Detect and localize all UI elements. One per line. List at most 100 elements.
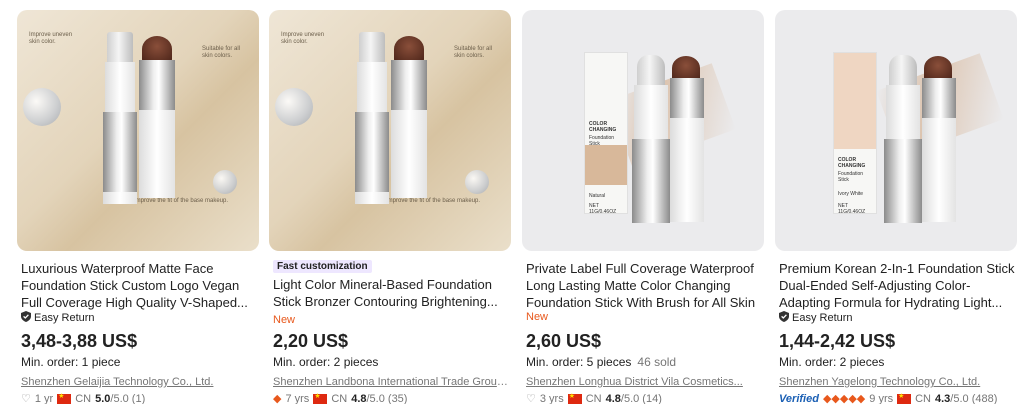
stick-body [139, 110, 175, 198]
stick-metal-band [922, 78, 956, 118]
stick-metal-band [632, 139, 670, 223]
supplier-link[interactable]: Shenzhen Landbona International Trade Gr… [273, 376, 509, 388]
china-flag-icon [567, 392, 582, 404]
min-order-text: Min. order: 2 pieces [779, 355, 885, 369]
product-title[interactable]: Private Label Full Coverage Waterproof L… [526, 260, 762, 311]
rating-suffix: /5.0 (35) [366, 392, 408, 404]
gem-decoration [213, 170, 237, 194]
gem-decoration [275, 88, 313, 126]
product-image[interactable]: COLOR CHANGING Foundation Stick Natural … [522, 10, 764, 251]
gem-decoration [23, 88, 61, 126]
box-net: NET 11G/0.46OZ [838, 203, 866, 215]
min-order-text: Min. order: 5 pieces [526, 355, 632, 369]
supplier-rating: 4.3 [935, 392, 951, 404]
product-title[interactable]: Light Color Mineral-Based Foundation Sti… [273, 276, 509, 310]
min-order-text: Min. order: 2 pieces [273, 355, 379, 369]
rating-suffix: /5.0 (488) [950, 392, 998, 404]
shield-check-icon [779, 311, 789, 325]
supplier-link[interactable]: Shenzhen Yagelong Technology Co., Ltd. [779, 376, 1015, 388]
stick-body [391, 110, 427, 198]
gem-decoration [465, 170, 489, 194]
box-color-band [834, 53, 876, 149]
box-color-band [585, 145, 627, 185]
sold-count: 46 sold [637, 355, 677, 369]
stick-base [355, 192, 389, 204]
shield-check-icon [21, 311, 31, 325]
image-caption: Improve the fit of the base makeup. [386, 198, 481, 204]
diamond-rating-icon: ◆◆◆◆◆ [822, 393, 866, 404]
stick-body [634, 85, 668, 139]
image-caption: Suitable for all skin colors. [454, 46, 493, 59]
product-card[interactable]: Improve uneven skin color. Suitable for … [17, 10, 259, 404]
supplier-years: 9 yrs [869, 392, 894, 404]
product-price: 3,48-3,88 US$ [21, 331, 138, 351]
rating-suffix: /5.0 (1) [110, 392, 146, 404]
rating-suffix: /5.0 (14) [620, 392, 662, 404]
supplier-meta: ♡ 1 yr CN 5.0/5.0 (1) [21, 392, 145, 404]
china-flag-icon [897, 392, 912, 404]
brush-head [394, 36, 424, 62]
product-title[interactable]: Premium Korean 2-In-1 Foundation Stick D… [779, 260, 1015, 311]
supplier-rating: 4.8 [605, 392, 621, 404]
stick-body [670, 118, 704, 222]
easy-return-text: Easy Return [34, 312, 95, 324]
stick-metal-band [355, 112, 389, 192]
min-order: Min. order: 1 piece [21, 355, 120, 369]
product-price: 2,20 US$ [273, 331, 349, 351]
min-order: Min. order: 5 pieces 46 sold [526, 355, 676, 369]
supplier-years: 7 yrs [285, 392, 310, 404]
easy-return-label: Easy Return [21, 311, 95, 325]
diamond-icon: ♡ [21, 393, 31, 404]
product-card[interactable]: Improve uneven skin color. Suitable for … [269, 10, 511, 404]
brush-head [924, 56, 952, 80]
new-tag: New [526, 311, 549, 323]
supplier-years: 3 yrs [539, 392, 564, 404]
image-caption: Improve uneven skin color. [281, 32, 325, 45]
image-caption: Suitable for all skin colors. [202, 46, 241, 59]
product-price: 2,60 US$ [526, 331, 602, 351]
supplier-link[interactable]: Shenzhen Longhua District Vila Cosmetics… [526, 376, 762, 388]
stick-metal-band [139, 60, 175, 110]
box-label: COLOR CHANGING [838, 157, 866, 169]
easy-return-text: Easy Return [792, 312, 853, 324]
box-sub: Foundation Stick [838, 171, 864, 183]
product-card[interactable]: COLOR CHANGING Foundation Stick Ivory Wh… [775, 10, 1017, 404]
verified-badge[interactable]: Verified [779, 393, 819, 404]
stick-body [886, 85, 920, 139]
min-order: Min. order: 2 pieces [779, 355, 884, 369]
product-card[interactable]: COLOR CHANGING Foundation Stick Natural … [522, 10, 764, 404]
supplier-link[interactable]: Shenzhen Gelaijia Technology Co., Ltd. [21, 376, 257, 388]
supplier-meta: ◆ 7 yrs CN 4.8/5.0 (35) [273, 392, 407, 404]
stick-cap [637, 55, 665, 85]
supplier-country: CN [585, 392, 602, 404]
supplier-country: CN [75, 392, 92, 404]
stick-metal-band [670, 78, 704, 118]
supplier-country: CN [915, 392, 931, 404]
stick-metal-band [103, 112, 137, 192]
brush-head [672, 56, 700, 80]
china-flag-icon [313, 392, 328, 404]
supplier-rating: 4.8 [351, 392, 367, 404]
min-order: Min. order: 2 pieces [273, 355, 378, 369]
product-image[interactable]: Improve uneven skin color. Suitable for … [269, 10, 511, 251]
image-caption: Improve uneven skin color. [29, 32, 73, 45]
product-price: 1,44-2,42 US$ [779, 331, 896, 351]
product-box: COLOR CHANGING Foundation Stick Ivory Wh… [833, 52, 877, 215]
product-title[interactable]: Luxurious Waterproof Matte Face Foundati… [21, 260, 257, 311]
diamond-icon: ◆ [273, 393, 282, 404]
box-net: NET 11G/0.46OZ [589, 203, 617, 215]
min-order-text: Min. order: 1 piece [21, 355, 121, 369]
supplier-country: CN [331, 392, 348, 404]
stick-body [922, 118, 956, 222]
supplier-meta: ♡ 3 yrs CN 4.8/5.0 (14) [526, 392, 662, 404]
new-tag: New [273, 314, 296, 326]
brush-head [142, 36, 172, 62]
china-flag-icon [57, 392, 72, 404]
stick-base [103, 192, 137, 204]
supplier-meta: Verified ◆◆◆◆◆ 9 yrs CN 4.3/5.0 (488) [779, 392, 997, 404]
product-image[interactable]: Improve uneven skin color. Suitable for … [17, 10, 259, 251]
stick-body [105, 62, 135, 112]
product-image[interactable]: COLOR CHANGING Foundation Stick Ivory Wh… [775, 10, 1017, 251]
product-box: COLOR CHANGING Foundation Stick Natural … [584, 52, 628, 215]
box-label: COLOR CHANGING [589, 121, 617, 133]
